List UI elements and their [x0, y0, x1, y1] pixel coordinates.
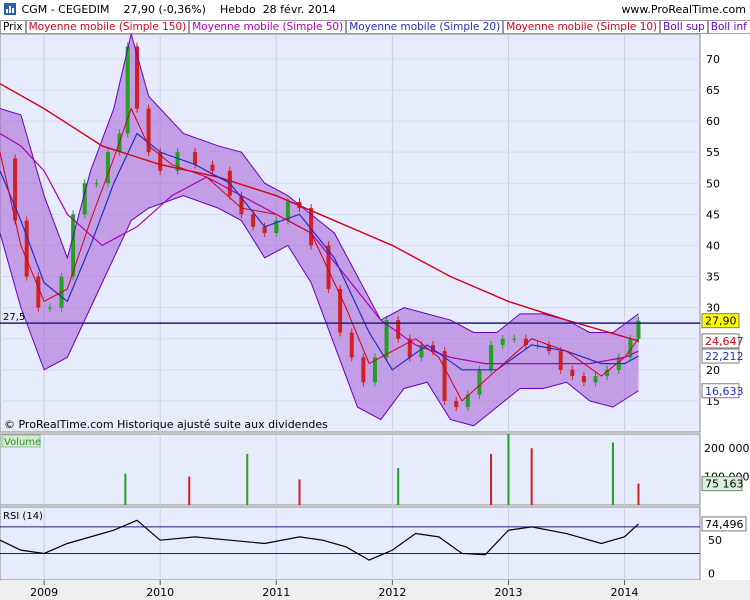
volume-title: Volume — [4, 437, 41, 448]
volume-bar — [188, 476, 191, 505]
chart-window: 2009201020112012201320141520253035404550… — [0, 0, 750, 600]
candle — [477, 369, 482, 395]
candle — [558, 351, 563, 370]
candle — [593, 376, 598, 383]
chart-header: CGM - CEGEDIM 27,90 (-0,36%) Hebdo 28 fé… — [0, 0, 750, 20]
volume-bar — [507, 434, 510, 505]
candle — [125, 46, 130, 134]
candle — [262, 226, 267, 233]
y-tick-label: 20 — [706, 364, 720, 377]
legend-item-ma50[interactable]: Moyenne mobile (Simple 50) — [189, 20, 347, 34]
x-tick-label: 2014 — [611, 586, 639, 599]
y-tick-label: 45 — [706, 208, 720, 221]
x-tick-label: 2013 — [494, 586, 522, 599]
candle — [349, 332, 354, 358]
candle — [489, 344, 494, 370]
volume-bar — [124, 473, 127, 505]
volume-bar — [298, 479, 301, 505]
candle — [94, 183, 99, 185]
rsi-current-label: 74,496 — [705, 518, 744, 531]
candle — [193, 152, 198, 165]
volume-bar — [490, 453, 493, 505]
volume-bar — [397, 468, 400, 505]
value-label: 22,212 — [705, 350, 744, 363]
y-tick-label: 50 — [706, 177, 720, 190]
candle — [500, 338, 505, 345]
legend-item-ma20[interactable]: Moyenne mobile (Simple 20) — [346, 20, 504, 34]
candle — [581, 376, 586, 383]
volume-y-tick-label: 200 000 — [704, 442, 750, 455]
rsi-panel — [0, 506, 701, 581]
rsi-title: RSI (14) — [3, 511, 43, 522]
legend-item-boll-inf[interactable]: Boll inf (20 2) — [707, 20, 750, 34]
candle — [512, 338, 517, 340]
footer-note: © ProRealTime.com Historique ajusté suit… — [4, 418, 328, 431]
x-tick-label: 2011 — [262, 586, 290, 599]
website-link[interactable]: www.ProRealTime.com — [621, 3, 746, 16]
candle — [210, 164, 215, 171]
y-tick-label: 65 — [706, 84, 720, 97]
volume-bar — [611, 442, 614, 505]
volume-bar — [637, 483, 640, 505]
indicator-legend: Prix Moyenne mobile (Simple 150) Moyenne… — [0, 20, 750, 34]
y-tick-label: 35 — [706, 271, 720, 284]
x-tick-label: 2012 — [378, 586, 406, 599]
chart-canvas: 2009201020112012201320141520253035404550… — [0, 33, 750, 600]
x-tick-label: 2010 — [146, 586, 174, 599]
candle — [47, 307, 52, 309]
candle — [454, 400, 459, 408]
candle — [251, 214, 256, 227]
y-tick-label: 60 — [706, 115, 720, 128]
volume-bar — [530, 448, 533, 505]
y-tick-label: 30 — [706, 302, 720, 315]
candle — [24, 220, 29, 277]
value-label: 16,633 — [705, 385, 744, 398]
legend-item-prix[interactable]: Prix — [0, 20, 26, 34]
volume-current-label: 75 163 — [705, 478, 744, 491]
volume-panel — [0, 433, 701, 506]
y-tick-label: 55 — [706, 146, 720, 159]
legend-item-ma150[interactable]: Moyenne mobile (Simple 150) — [25, 20, 190, 34]
chart-date: 28 févr. 2014 — [262, 3, 336, 16]
candle — [570, 369, 575, 377]
x-tick-label: 2009 — [30, 586, 58, 599]
level-line-label: 27,5 — [3, 312, 25, 323]
legend-item-boll-sup[interactable]: Boll sup — [660, 20, 708, 34]
y-tick-label: 70 — [706, 53, 720, 66]
prorealtime-logo-icon — [4, 3, 16, 15]
chart-title: CGM - CEGEDIM 27,90 (-0,36%) Hebdo 28 fé… — [4, 3, 336, 16]
y-tick-label: 40 — [706, 239, 720, 252]
candle — [361, 357, 366, 383]
timeframe: Hebdo — [219, 3, 256, 16]
rsi-y-tick-label: 50 — [708, 534, 722, 547]
legend-item-ma10[interactable]: Moyenne mobile (Simple 10) — [503, 20, 661, 34]
volume-bar — [246, 453, 249, 505]
rsi-y-tick-label: 0 — [708, 567, 715, 580]
value-label: 24,647 — [705, 335, 744, 348]
value-label: 27,90 — [705, 315, 737, 328]
price-info: 27,90 (-0,36%) — [123, 3, 206, 16]
symbol-title: CGM - CEGEDIM — [21, 3, 110, 16]
